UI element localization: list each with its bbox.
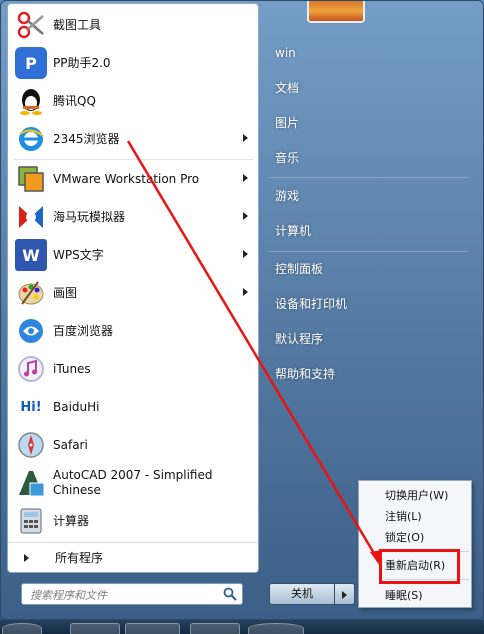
program-item-paint[interactable]: 画图 (8, 275, 258, 312)
taskbar-button[interactable] (70, 623, 120, 634)
program-label: Safari (53, 438, 88, 452)
program-label: WPS文字 (53, 248, 104, 262)
start-orb-button[interactable] (2, 623, 42, 634)
right-item-help-support[interactable]: 帮助和支持 (269, 359, 469, 389)
menu-item-logoff[interactable]: 注销(L) (359, 506, 471, 527)
expand-arrow-icon (24, 554, 29, 562)
all-programs-label: 所有程序 (55, 551, 104, 565)
right-item-documents[interactable]: 文档 (269, 73, 469, 103)
search-placeholder: 搜索程序和文件 (30, 589, 107, 602)
taskbar-button[interactable] (190, 623, 240, 634)
baiduhi-icon: Hi! (15, 391, 47, 423)
program-label: 画图 (53, 286, 78, 300)
wps-writer-icon: W (15, 239, 47, 271)
program-item-haima[interactable]: 海马玩模拟器 (8, 199, 258, 236)
submenu-arrow-icon (243, 174, 248, 182)
program-label: VMware Workstation Pro (53, 172, 200, 186)
baidu-browser-icon (15, 315, 47, 347)
restart-highlight-box (379, 549, 460, 584)
program-item-vmware[interactable]: VMware Workstation Pro (8, 161, 258, 198)
divider (14, 159, 254, 160)
program-item-baiduhi[interactable]: Hi! BaiduHi (8, 389, 258, 426)
program-item-itunes[interactable]: iTunes (8, 351, 258, 388)
pp-icon-letter: P (25, 53, 37, 73)
program-item-safari[interactable]: Safari (8, 427, 258, 464)
right-item-devices-printers[interactable]: 设备和打印机 (269, 289, 469, 319)
search-icon[interactable] (223, 587, 237, 601)
shutdown-options-menu: 切换用户(W) 注销(L) 锁定(O) 重新启动(R) 睡眠(S) (358, 480, 472, 608)
baiduhi-icon-text: Hi! (20, 399, 42, 415)
program-item-snipping-tool[interactable]: 截图工具 (8, 7, 258, 44)
vmware-icon (15, 163, 47, 195)
pp-assistant-icon: P (15, 47, 47, 79)
taskbar-button[interactable] (125, 623, 180, 634)
program-label: iTunes (53, 362, 91, 376)
submenu-arrow-icon (243, 212, 248, 220)
shutdown-button[interactable]: 关机 (269, 583, 335, 605)
right-item-default-programs[interactable]: 默认程序 (269, 324, 469, 354)
safari-compass-icon (15, 429, 47, 461)
browser-e-icon (15, 123, 47, 155)
qq-penguin-icon (15, 85, 47, 117)
program-item-qq[interactable]: 腾讯QQ (8, 83, 258, 120)
right-item-computer[interactable]: 计算机 (269, 216, 469, 246)
menu-item-sleep[interactable]: 睡眠(S) (359, 585, 471, 606)
program-label: 计算器 (53, 514, 90, 528)
wps-icon-letter: W (22, 245, 40, 265)
right-item-control-panel[interactable]: 控制面板 (269, 254, 469, 284)
right-divider (269, 251, 469, 252)
right-divider (269, 177, 469, 178)
program-item-2345-browser[interactable]: 2345浏览器 (8, 121, 258, 158)
program-label: 2345浏览器 (53, 132, 120, 146)
program-label: AutoCAD 2007 - Simplified Chinese (53, 468, 213, 497)
taskbar (0, 620, 484, 634)
paint-palette-icon (15, 277, 47, 309)
right-item-win[interactable]: win (269, 38, 469, 68)
program-label: PP助手2.0 (53, 56, 111, 70)
program-label: BaiduHi (53, 400, 100, 414)
program-label: 截图工具 (53, 18, 102, 32)
program-item-autocad[interactable]: AutoCAD 2007 - Simplified Chinese (8, 465, 258, 503)
program-item-wps[interactable]: W WPS文字 (8, 237, 258, 274)
user-avatar[interactable] (307, 1, 365, 23)
program-label: 海马玩模拟器 (53, 210, 126, 224)
calculator-icon (15, 505, 47, 537)
submenu-arrow-icon (243, 134, 248, 142)
all-programs-button[interactable]: 所有程序 (8, 542, 258, 572)
right-item-music[interactable]: 音乐 (269, 143, 469, 173)
menu-item-lock[interactable]: 锁定(O) (359, 527, 471, 548)
menu-item-switch-user[interactable]: 切换用户(W) (359, 485, 471, 506)
program-item-pp-assistant[interactable]: P PP助手2.0 (8, 45, 258, 82)
itunes-icon (15, 353, 47, 385)
right-item-pictures[interactable]: 图片 (269, 108, 469, 138)
right-item-games[interactable]: 游戏 (269, 181, 469, 211)
submenu-arrow-icon (243, 288, 248, 296)
autocad-icon (15, 467, 47, 499)
scissors-icon (15, 9, 47, 41)
program-item-calculator[interactable]: 计算器 (8, 503, 258, 540)
submenu-arrow-icon (243, 250, 248, 258)
program-label: 百度浏览器 (53, 324, 114, 338)
program-item-baidu-browser[interactable]: 百度浏览器 (8, 313, 258, 350)
program-label: 腾讯QQ (53, 94, 96, 108)
taskbar-button[interactable] (248, 623, 304, 634)
programs-pane: 截图工具 P PP助手2.0 腾讯QQ 2345浏览器 VMware Works… (7, 3, 259, 573)
haima-icon (15, 201, 47, 233)
search-input[interactable]: 搜索程序和文件 (21, 583, 243, 605)
shutdown-options-button[interactable] (335, 583, 355, 605)
